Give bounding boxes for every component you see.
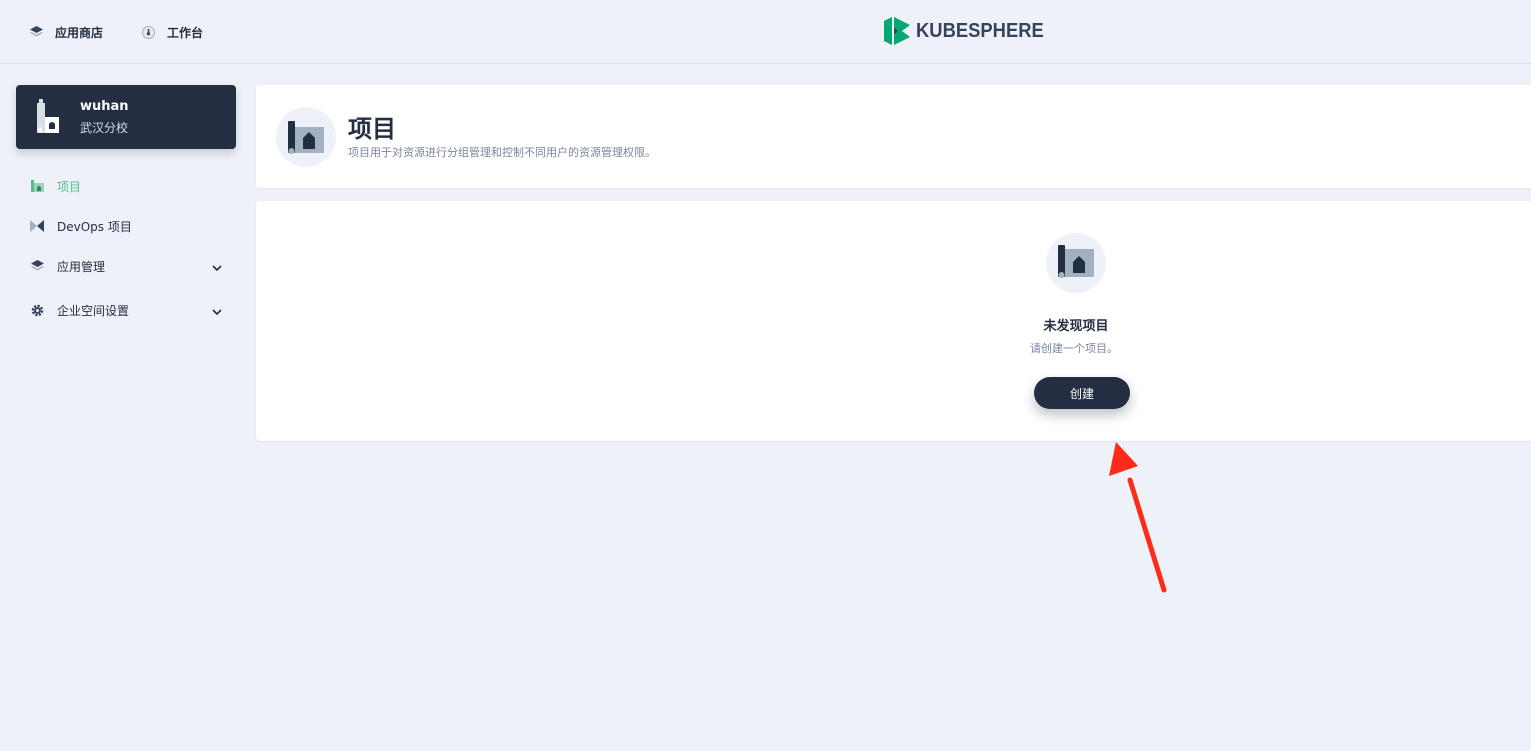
page-header: 项目 项目用于对资源进行分组管理和控制不同用户的资源管理权限。 <box>256 85 1531 188</box>
logo-text: KUBESPHERE <box>916 19 1044 42</box>
project-icon <box>1046 233 1106 297</box>
app-store-label: 应用商店 <box>55 25 104 40</box>
sidebar-item-label: 企业空间设置 <box>57 303 130 318</box>
project-icon <box>30 179 44 193</box>
chevron-down-icon[interactable] <box>212 304 222 318</box>
empty-state-panel: 未发现项目 请创建一个项目。 创建 <box>256 201 1531 441</box>
devops-icon <box>30 219 44 233</box>
kubesphere-logo-icon <box>884 17 910 45</box>
create-button[interactable]: 创建 <box>1034 377 1130 409</box>
app-store-link[interactable]: 应用商店 <box>30 22 103 42</box>
sidebar-item-devops[interactable]: DevOps 项目 <box>30 216 230 236</box>
page-description: 项目用于对资源进行分组管理和控制不同用户的资源管理权限。 <box>348 146 656 159</box>
layers-icon <box>30 26 43 38</box>
kubesphere-logo[interactable]: KUBESPHERE <box>884 17 1055 45</box>
workspace-description: 武汉分校 <box>80 121 129 135</box>
gear-icon <box>30 303 44 317</box>
sidebar-item-projects[interactable]: 项目 <box>30 176 230 196</box>
layers-icon <box>30 259 44 273</box>
workbench-label: 工作台 <box>167 25 204 40</box>
sidebar-item-app-management[interactable]: 应用管理 <box>30 256 230 276</box>
empty-state-title: 未发现项目 <box>1043 319 1109 334</box>
empty-state-description: 请创建一个项目。 <box>1030 342 1118 355</box>
sidebar-item-label: 应用管理 <box>57 259 106 274</box>
sidebar-item-label: DevOps 项目 <box>57 219 132 234</box>
top-bar: 应用商店 工作台 KUBESPHERE <box>0 0 1531 64</box>
workspace-icon <box>34 99 62 139</box>
sidebar-item-label: 项目 <box>57 179 82 194</box>
workbench-link[interactable]: 工作台 <box>142 22 203 42</box>
workspace-card[interactable]: wuhan 武汉分校 <box>16 85 236 149</box>
project-icon <box>276 107 336 171</box>
annotation-arrow-icon <box>1109 442 1167 593</box>
workspace-name: wuhan <box>80 99 129 114</box>
page-title: 项目 <box>348 115 396 143</box>
chevron-down-icon[interactable] <box>212 260 222 274</box>
sidebar-item-workspace-settings[interactable]: 企业空间设置 <box>30 300 230 320</box>
dashboard-icon <box>142 25 155 39</box>
